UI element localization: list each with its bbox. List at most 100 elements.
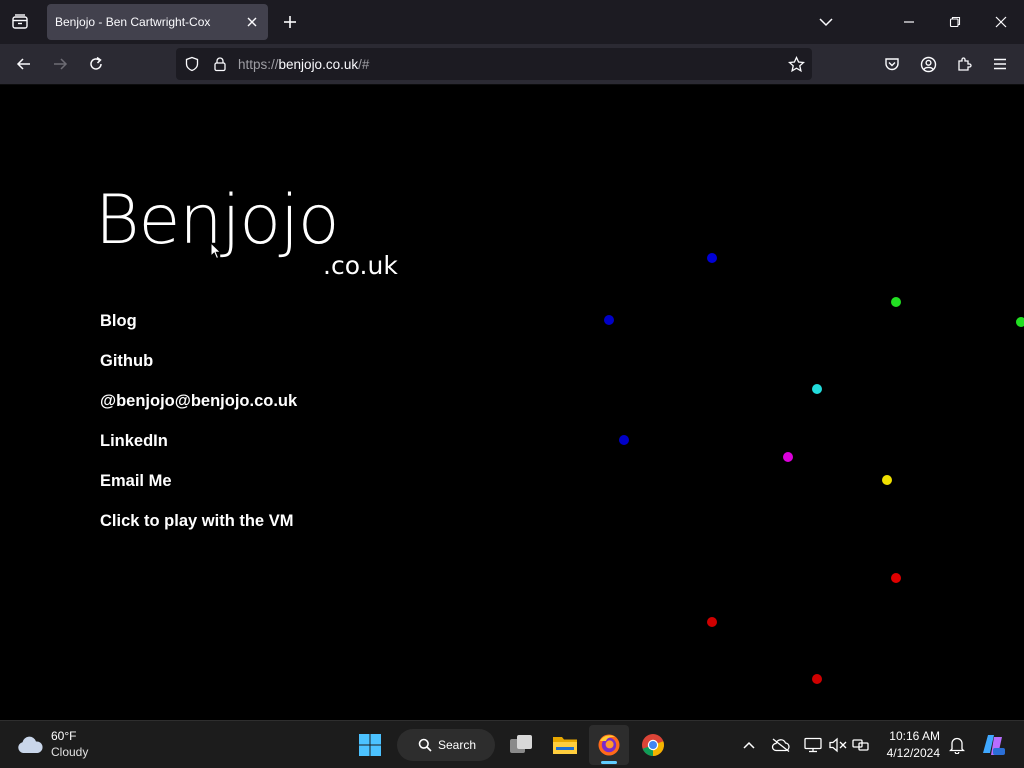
tab-close-button[interactable] <box>242 12 262 32</box>
nav-bar: https://benjojo.co.uk/# <box>0 44 1024 85</box>
volume-tray-icon[interactable] <box>827 734 849 756</box>
hamburger-icon <box>994 58 1006 70</box>
menu-button[interactable] <box>986 50 1014 78</box>
bookmark-star-icon[interactable] <box>787 55 805 73</box>
close-window-button[interactable] <box>981 6 1021 38</box>
animated-dot <box>604 315 614 325</box>
cloud-off-icon <box>771 738 790 752</box>
folder-icon <box>553 737 577 754</box>
firefox-taskbar-button[interactable] <box>589 725 629 765</box>
taskbar-search[interactable]: Search <box>397 729 495 761</box>
mouse-cursor-icon <box>210 242 222 260</box>
windows-logo-icon <box>359 734 381 756</box>
tab-list-button[interactable] <box>6 8 34 36</box>
firefox-icon <box>598 734 620 756</box>
plus-icon <box>284 16 296 28</box>
copilot-icon <box>983 735 1005 755</box>
blog-link[interactable]: Blog <box>100 312 137 330</box>
url-bar[interactable]: https://benjojo.co.uk/# <box>176 48 812 80</box>
shield-icon[interactable] <box>183 55 201 73</box>
bell-icon <box>949 737 965 754</box>
list-item: Click to play with the VM <box>100 513 297 553</box>
reload-button[interactable] <box>82 50 110 78</box>
copilot-button[interactable] <box>980 734 1006 756</box>
linkedin-link[interactable]: LinkedIn <box>100 432 168 450</box>
active-app-indicator <box>601 761 617 764</box>
account-icon <box>920 56 936 72</box>
page-content: Benjojo .co.uk Blog Github @benjojo@benj… <box>0 85 1024 720</box>
url-text[interactable]: https://benjojo.co.uk/# <box>238 57 369 72</box>
forward-arrow-icon <box>54 58 68 70</box>
animated-dot <box>707 617 717 627</box>
list-item: @benjojo@benjojo.co.uk <box>100 393 297 433</box>
list-item: Blog <box>100 313 297 353</box>
pocket-button[interactable] <box>878 50 906 78</box>
puzzle-icon <box>958 57 972 71</box>
animated-dot <box>1016 317 1024 327</box>
new-tab-button[interactable] <box>276 8 304 36</box>
task-view-button[interactable] <box>501 725 541 765</box>
file-explorer-button[interactable] <box>545 725 585 765</box>
tab-bar: Benjojo - Ben Cartwright-Cox <box>0 0 1024 44</box>
email-link[interactable]: Email Me <box>100 472 172 490</box>
list-item: Github <box>100 353 297 393</box>
back-button[interactable] <box>10 50 38 78</box>
animated-dot <box>891 297 901 307</box>
close-icon <box>247 17 257 27</box>
restore-button[interactable] <box>935 6 975 38</box>
task-view-icon <box>510 735 532 753</box>
restore-icon <box>949 16 961 28</box>
reload-icon <box>90 56 102 70</box>
chevron-up-icon <box>743 741 755 749</box>
weather-description: Cloudy <box>51 745 89 759</box>
animated-dot <box>707 253 717 263</box>
animated-dot <box>619 435 629 445</box>
network-tray-icon[interactable] <box>850 734 872 756</box>
clock-date[interactable]: 4/12/2024 <box>878 746 940 760</box>
start-button[interactable] <box>350 725 390 765</box>
monitor-icon <box>804 737 822 753</box>
lock-icon[interactable] <box>211 55 229 73</box>
pocket-icon <box>885 58 899 71</box>
url-host: benjojo.co.uk <box>278 57 359 72</box>
minimize-button[interactable] <box>889 6 929 38</box>
animated-dot <box>891 573 901 583</box>
extensions-button[interactable] <box>950 50 978 78</box>
animated-dot <box>812 674 822 684</box>
close-icon <box>995 16 1007 28</box>
github-link[interactable]: Github <box>100 352 153 370</box>
cloud-icon <box>18 736 43 753</box>
chrome-taskbar-button[interactable] <box>633 725 673 765</box>
animated-dot <box>882 475 892 485</box>
clock-time[interactable]: 10:16 AM <box>878 729 940 743</box>
tab-title: Benjojo - Ben Cartwright-Cox <box>55 15 211 29</box>
weather-widget[interactable]: 60°F Cloudy <box>14 727 124 763</box>
search-icon <box>418 738 432 752</box>
taskbar: 60°F Cloudy Search 10:16 AM 4/12/2024 <box>0 720 1024 768</box>
site-logo-domain: .co.uk <box>323 251 398 280</box>
tab-active[interactable]: Benjojo - Ben Cartwright-Cox <box>47 4 268 40</box>
network-icon <box>852 739 869 751</box>
onedrive-tray-icon[interactable] <box>770 734 792 756</box>
weather-temperature: 60°F <box>51 729 77 743</box>
fediverse-link[interactable]: @benjojo@benjojo.co.uk <box>100 392 297 410</box>
url-path: /# <box>358 57 370 72</box>
vm-link[interactable]: Click to play with the VM <box>100 512 293 530</box>
speaker-muted-icon <box>829 737 847 753</box>
minimize-icon <box>904 21 914 23</box>
notifications-button[interactable] <box>946 734 968 756</box>
tab-list-icon <box>12 14 28 29</box>
list-item: LinkedIn <box>100 433 297 473</box>
display-tray-icon[interactable] <box>802 734 824 756</box>
forward-button[interactable] <box>46 50 74 78</box>
back-arrow-icon <box>16 58 30 70</box>
chrome-icon <box>642 734 664 756</box>
nav-links: Blog Github @benjojo@benjojo.co.uk Linke… <box>100 313 297 553</box>
show-hidden-icons-button[interactable] <box>738 734 760 756</box>
url-scheme: https:// <box>238 57 279 72</box>
animated-dot <box>812 384 822 394</box>
account-button[interactable] <box>914 50 942 78</box>
list-item: Email Me <box>100 473 297 513</box>
animated-dot <box>783 452 793 462</box>
list-all-tabs-button[interactable] <box>806 6 846 38</box>
